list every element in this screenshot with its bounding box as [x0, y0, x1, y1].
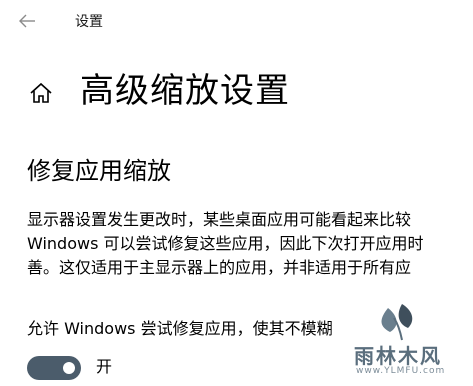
- toggle-state-label: 开: [96, 357, 113, 376]
- watermark-url: www.YLMFU.com: [356, 366, 446, 376]
- settings-page: 设置 高级缩放设置 修复应用缩放 显示器设置发生更改时，某些桌面应用可能看起来比…: [0, 0, 473, 386]
- description-line: Windows 可以尝试修复这些应用，因此下次打开应用时: [27, 234, 424, 253]
- back-arrow-icon: [19, 14, 35, 28]
- watermark-logo: 雨林木风 www.YLMFU.com: [328, 300, 473, 386]
- watermark-text: 雨林木风: [354, 344, 442, 368]
- app-title: 设置: [75, 14, 103, 30]
- back-button[interactable]: [14, 8, 40, 34]
- fix-apps-toggle[interactable]: [27, 356, 81, 380]
- toggle-knob: [63, 362, 75, 374]
- home-icon[interactable]: [28, 80, 54, 106]
- title-bar: 设置: [0, 0, 473, 42]
- section-description: 显示器设置发生更改时，某些桌面应用可能看起来比较 Windows 可以尝试修复这…: [27, 208, 473, 280]
- description-line: 善。这仅适用于主显示器上的应用，并非适用于所有应: [27, 258, 412, 277]
- section-heading: 修复应用缩放: [27, 157, 171, 185]
- description-line: 显示器设置发生更改时，某些桌面应用可能看起来比较: [27, 210, 412, 229]
- page-title: 高级缩放设置: [80, 71, 290, 111]
